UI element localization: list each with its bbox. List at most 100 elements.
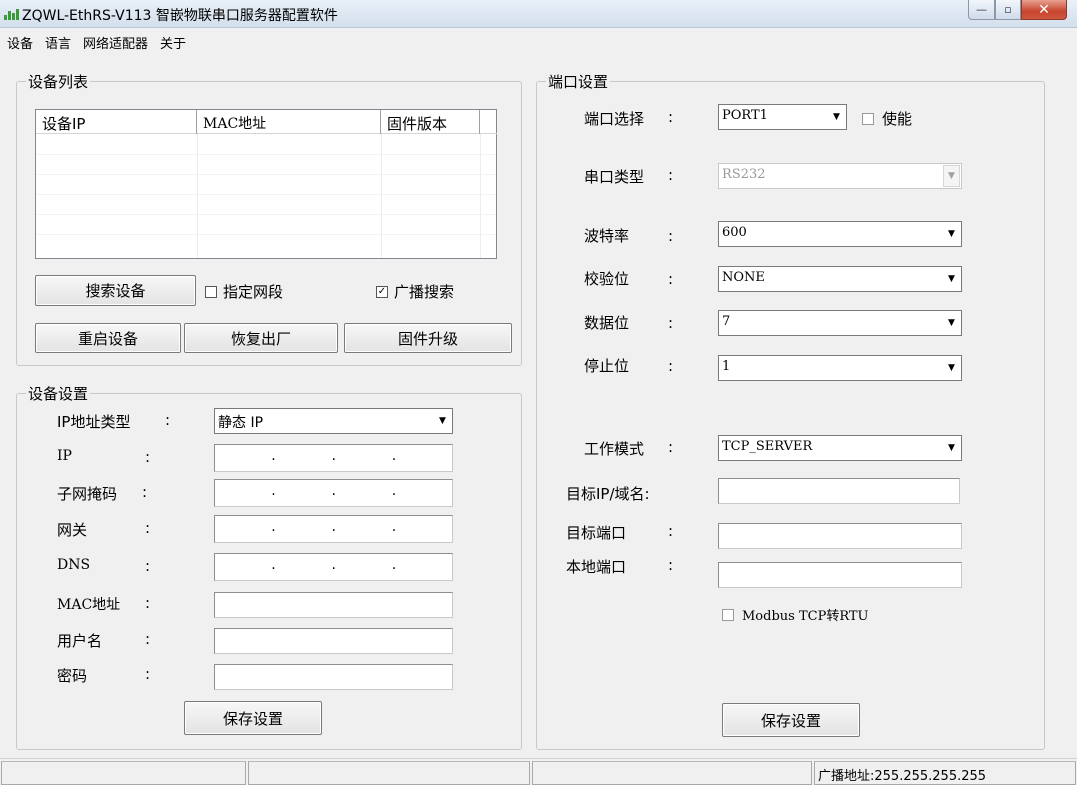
data-bits-label: 数据位: [584, 314, 630, 332]
ip-octet-1[interactable]: [215, 445, 271, 471]
stop-bits-label: 停止位: [584, 357, 630, 375]
dns-field[interactable]: . . .: [214, 553, 453, 581]
password-field[interactable]: [214, 664, 453, 690]
port-save-button[interactable]: 保存设置: [722, 703, 860, 737]
parity-select[interactable]: NONE ▼: [718, 266, 962, 292]
subnet-octet-1[interactable]: [215, 480, 271, 506]
dns-octet-1[interactable]: [215, 554, 271, 580]
firmware-upgrade-button[interactable]: 固件升级: [344, 323, 512, 353]
username-field[interactable]: [214, 628, 453, 654]
chevron-down-icon[interactable]: ▼: [943, 165, 960, 187]
specify-segment-box[interactable]: [205, 285, 217, 298]
gateway-octet-4[interactable]: [396, 516, 452, 542]
window-controls: — ▫ ✕: [968, 0, 1067, 22]
gateway-octet-1[interactable]: [215, 516, 271, 542]
subnet-octet-4[interactable]: [396, 480, 452, 506]
data-bits-select[interactable]: 7 ▼: [718, 310, 962, 336]
gateway-octet-3[interactable]: [336, 516, 392, 542]
column-divider: [197, 134, 198, 258]
menu-network-adapter[interactable]: 网络适配器: [76, 31, 153, 53]
serial-type-select[interactable]: RS232 ▼: [718, 163, 962, 189]
work-mode-label: 工作模式: [584, 440, 645, 458]
subnet-mask-field[interactable]: . . .: [214, 479, 453, 507]
local-port-field[interactable]: [718, 562, 962, 588]
dns-octet-3[interactable]: [336, 554, 392, 580]
chevron-down-icon[interactable]: ▼: [828, 106, 845, 128]
parity-colon: :: [668, 270, 674, 288]
column-header-device-ip[interactable]: 设备IP: [36, 110, 197, 134]
gateway-octet-2[interactable]: [275, 516, 331, 542]
stop-bits-select[interactable]: 1 ▼: [718, 355, 962, 381]
close-button[interactable]: ✕: [1021, 0, 1067, 20]
dns-label: DNS: [57, 557, 91, 573]
chevron-down-icon[interactable]: ▼: [943, 312, 960, 334]
device-list-header: 设备IP MAC地址 固件版本: [36, 110, 497, 134]
search-device-button[interactable]: 搜索设备: [35, 275, 196, 306]
device-save-button[interactable]: 保存设置: [184, 701, 322, 735]
data-bits-value: 7: [722, 314, 731, 329]
ip-address-field[interactable]: . . .: [214, 444, 453, 472]
chevron-down-icon[interactable]: ▼: [943, 223, 960, 245]
maximize-button[interactable]: ▫: [995, 0, 1021, 20]
status-panel: [248, 761, 530, 785]
mac-address-field[interactable]: [214, 592, 453, 618]
dns-octet-2[interactable]: [275, 554, 331, 580]
enable-box[interactable]: [862, 112, 874, 125]
subnet-octet-2[interactable]: [275, 480, 331, 506]
specify-segment-label: 指定网段: [223, 283, 284, 301]
subnet-octet-3[interactable]: [336, 480, 392, 506]
column-divider: [381, 134, 382, 258]
device-settings-group-title: 设备设置: [26, 383, 91, 404]
menu-about[interactable]: 关于: [153, 31, 191, 53]
restart-device-button[interactable]: 重启设备: [35, 323, 181, 353]
column-header-mac[interactable]: MAC地址: [197, 110, 381, 134]
ip-octet-4[interactable]: [396, 445, 452, 471]
menu-device[interactable]: 设备: [0, 31, 38, 53]
modbus-checkbox[interactable]: Modbus TCP转RTU: [722, 605, 869, 624]
title-bar[interactable]: ZQWL-EthRS-V113 智嵌物联串口服务器配置软件 — ▫ ✕: [0, 0, 1077, 28]
row-gridline: [36, 174, 496, 175]
menu-language[interactable]: 语言: [38, 31, 76, 53]
row-gridline: [36, 234, 496, 235]
target-port-colon: :: [668, 522, 674, 540]
row-gridline: [36, 154, 496, 155]
work-mode-select[interactable]: TCP_SERVER ▼: [718, 435, 962, 461]
baud-rate-value: 600: [722, 225, 747, 240]
broadcast-search-checkbox[interactable]: ✓ 广播搜索: [376, 281, 454, 302]
port-select-colon: :: [668, 108, 674, 126]
stop-bits-value: 1: [722, 359, 731, 374]
row-gridline: [36, 214, 496, 215]
mac-address-colon: :: [145, 594, 151, 612]
enable-checkbox[interactable]: 使能: [862, 108, 912, 129]
device-list-table[interactable]: 设备IP MAC地址 固件版本: [35, 109, 497, 259]
username-colon: :: [145, 630, 151, 648]
target-ip-field[interactable]: [718, 478, 960, 504]
broadcast-search-box[interactable]: ✓: [376, 285, 388, 298]
port-select-label: 端口选择: [584, 110, 645, 128]
app-icon: [4, 8, 19, 20]
factory-reset-button[interactable]: 恢复出厂: [184, 323, 338, 353]
modbus-box[interactable]: [722, 608, 734, 621]
baud-rate-select[interactable]: 600 ▼: [718, 221, 962, 247]
dns-octet-4[interactable]: [396, 554, 452, 580]
ip-octet-2[interactable]: [275, 445, 331, 471]
ip-octet-3[interactable]: [336, 445, 392, 471]
stop-bits-colon: :: [668, 357, 674, 375]
specify-segment-checkbox[interactable]: 指定网段: [205, 281, 283, 302]
chevron-down-icon[interactable]: ▼: [943, 268, 960, 290]
work-mode-value: TCP_SERVER: [722, 439, 813, 454]
gateway-field[interactable]: . . .: [214, 515, 453, 543]
ip-type-colon: :: [165, 411, 171, 429]
chevron-down-icon[interactable]: ▼: [434, 410, 451, 432]
chevron-down-icon[interactable]: ▼: [943, 437, 960, 459]
chevron-down-icon[interactable]: ▼: [943, 357, 960, 379]
column-header-firmware[interactable]: 固件版本: [381, 110, 480, 134]
target-port-field[interactable]: [718, 523, 962, 549]
ip-type-select[interactable]: 静态 IP ▼: [214, 408, 453, 434]
minimize-button[interactable]: —: [968, 0, 995, 20]
baud-rate-colon: :: [668, 227, 674, 245]
column-divider: [480, 134, 481, 258]
port-select[interactable]: PORT1 ▼: [718, 104, 847, 130]
window-title: ZQWL-EthRS-V113 智嵌物联串口服务器配置软件: [22, 8, 338, 24]
serial-type-colon: :: [668, 166, 674, 184]
